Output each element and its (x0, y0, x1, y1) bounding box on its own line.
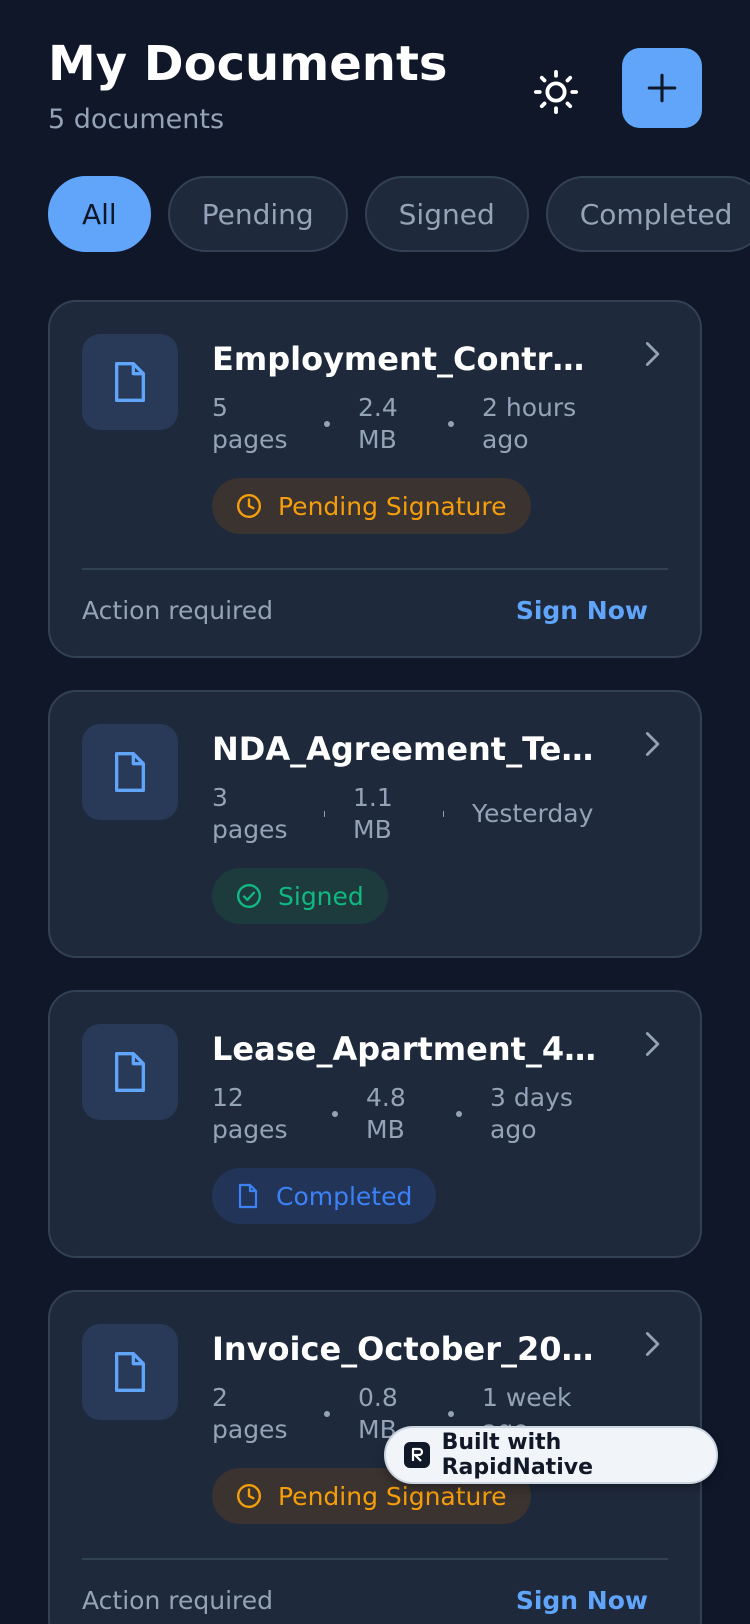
document-meta: 3 pages 1.1 MB Yesterday (212, 782, 602, 846)
built-with-label: Built with RapidNative (441, 1430, 593, 1480)
document-icon-box (82, 334, 178, 430)
separator-dot (324, 811, 325, 817)
document-name: Lease_Apartment_4B.... (212, 1030, 602, 1068)
status-badge: Completed (212, 1168, 437, 1224)
plus-icon (647, 73, 677, 103)
status-badge: Signed (212, 868, 388, 924)
document-icon-box (82, 1324, 178, 1420)
separator-dot (443, 811, 444, 817)
status-label: Pending Signature (278, 1481, 507, 1511)
header: My Documents 5 documents (48, 36, 702, 146)
sun-icon (533, 69, 579, 115)
status-badge: Pending Signature (212, 478, 531, 534)
card-divider (82, 1558, 668, 1560)
document-card[interactable]: NDA_Agreement_Tech... 3 pages 1.1 MB Yes… (48, 690, 702, 958)
document-name: NDA_Agreement_Tech... (212, 730, 602, 768)
modified-time: 2 hours ago (482, 393, 577, 454)
status-label: Pending Signature (278, 491, 507, 521)
document-card[interactable]: Employment_Contract... 5 pages 2.4 MB 2 … (48, 300, 702, 658)
documents-screen: My Documents 5 documents All Pending Sig… (0, 0, 750, 1624)
action-required-label: Action required (82, 596, 273, 625)
page-title: My Documents (48, 36, 448, 92)
document-meta: 12 pages 4.8 MB 3 days ago (212, 1082, 602, 1146)
filter-completed[interactable]: Completed (545, 176, 750, 252)
chevron-right-icon[interactable] (638, 1030, 666, 1058)
page-count: 3 pages (212, 783, 288, 844)
chevron-right-icon[interactable] (638, 1330, 666, 1358)
document-name: Invoice_October_2023.... (212, 1330, 602, 1368)
action-required-label: Action required (82, 1586, 273, 1615)
separator-dot (332, 1111, 338, 1117)
clock-icon (236, 493, 262, 519)
document-card[interactable]: Lease_Apartment_4B.... 12 pages 4.8 MB 3… (48, 990, 702, 1258)
filter-signed[interactable]: Signed (364, 176, 529, 252)
document-count: 5 documents (48, 104, 225, 135)
status-label: Signed (278, 881, 364, 911)
modified-time: 3 days ago (490, 1083, 573, 1144)
document-icon-box (82, 724, 178, 820)
filter-all[interactable]: All (48, 176, 151, 252)
page-count: 5 pages (212, 393, 288, 454)
document-icon-box (82, 1024, 178, 1120)
filter-tabs: All Pending Signed Completed (48, 176, 750, 252)
separator-dot (324, 421, 330, 427)
page-count: 12 pages (212, 1083, 288, 1144)
separator-dot (456, 1111, 462, 1117)
separator-dot (448, 1411, 454, 1417)
rapidnative-logo-icon (404, 1442, 430, 1468)
modified-time: Yesterday (472, 799, 594, 828)
check-circle-icon (236, 883, 262, 909)
page-count: 2 pages (212, 1383, 288, 1444)
filter-pending[interactable]: Pending (167, 176, 348, 252)
file-icon (115, 1351, 145, 1392)
document-meta: 5 pages 2.4 MB 2 hours ago (212, 392, 602, 456)
file-size: 4.8 MB (366, 1083, 406, 1144)
separator-dot (448, 421, 454, 427)
built-with-badge[interactable]: Built with RapidNative (384, 1426, 718, 1484)
document-name: Employment_Contract... (212, 340, 602, 378)
file-size: 2.4 MB (358, 393, 398, 454)
card-divider (82, 568, 668, 570)
file-icon (115, 752, 145, 792)
add-document-button[interactable] (622, 48, 702, 128)
status-label: Completed (276, 1181, 413, 1211)
file-icon (115, 361, 145, 402)
chevron-right-icon[interactable] (638, 730, 666, 758)
chevron-right-icon[interactable] (638, 340, 666, 368)
sign-now-button[interactable]: Sign Now (516, 596, 648, 625)
theme-toggle-button[interactable] (528, 64, 584, 120)
file-icon (115, 1051, 145, 1092)
clock-icon (236, 1483, 262, 1509)
sign-now-button[interactable]: Sign Now (516, 1586, 648, 1615)
separator-dot (324, 1411, 330, 1417)
file-icon (238, 1183, 258, 1209)
file-size: 1.1 MB (353, 783, 393, 844)
